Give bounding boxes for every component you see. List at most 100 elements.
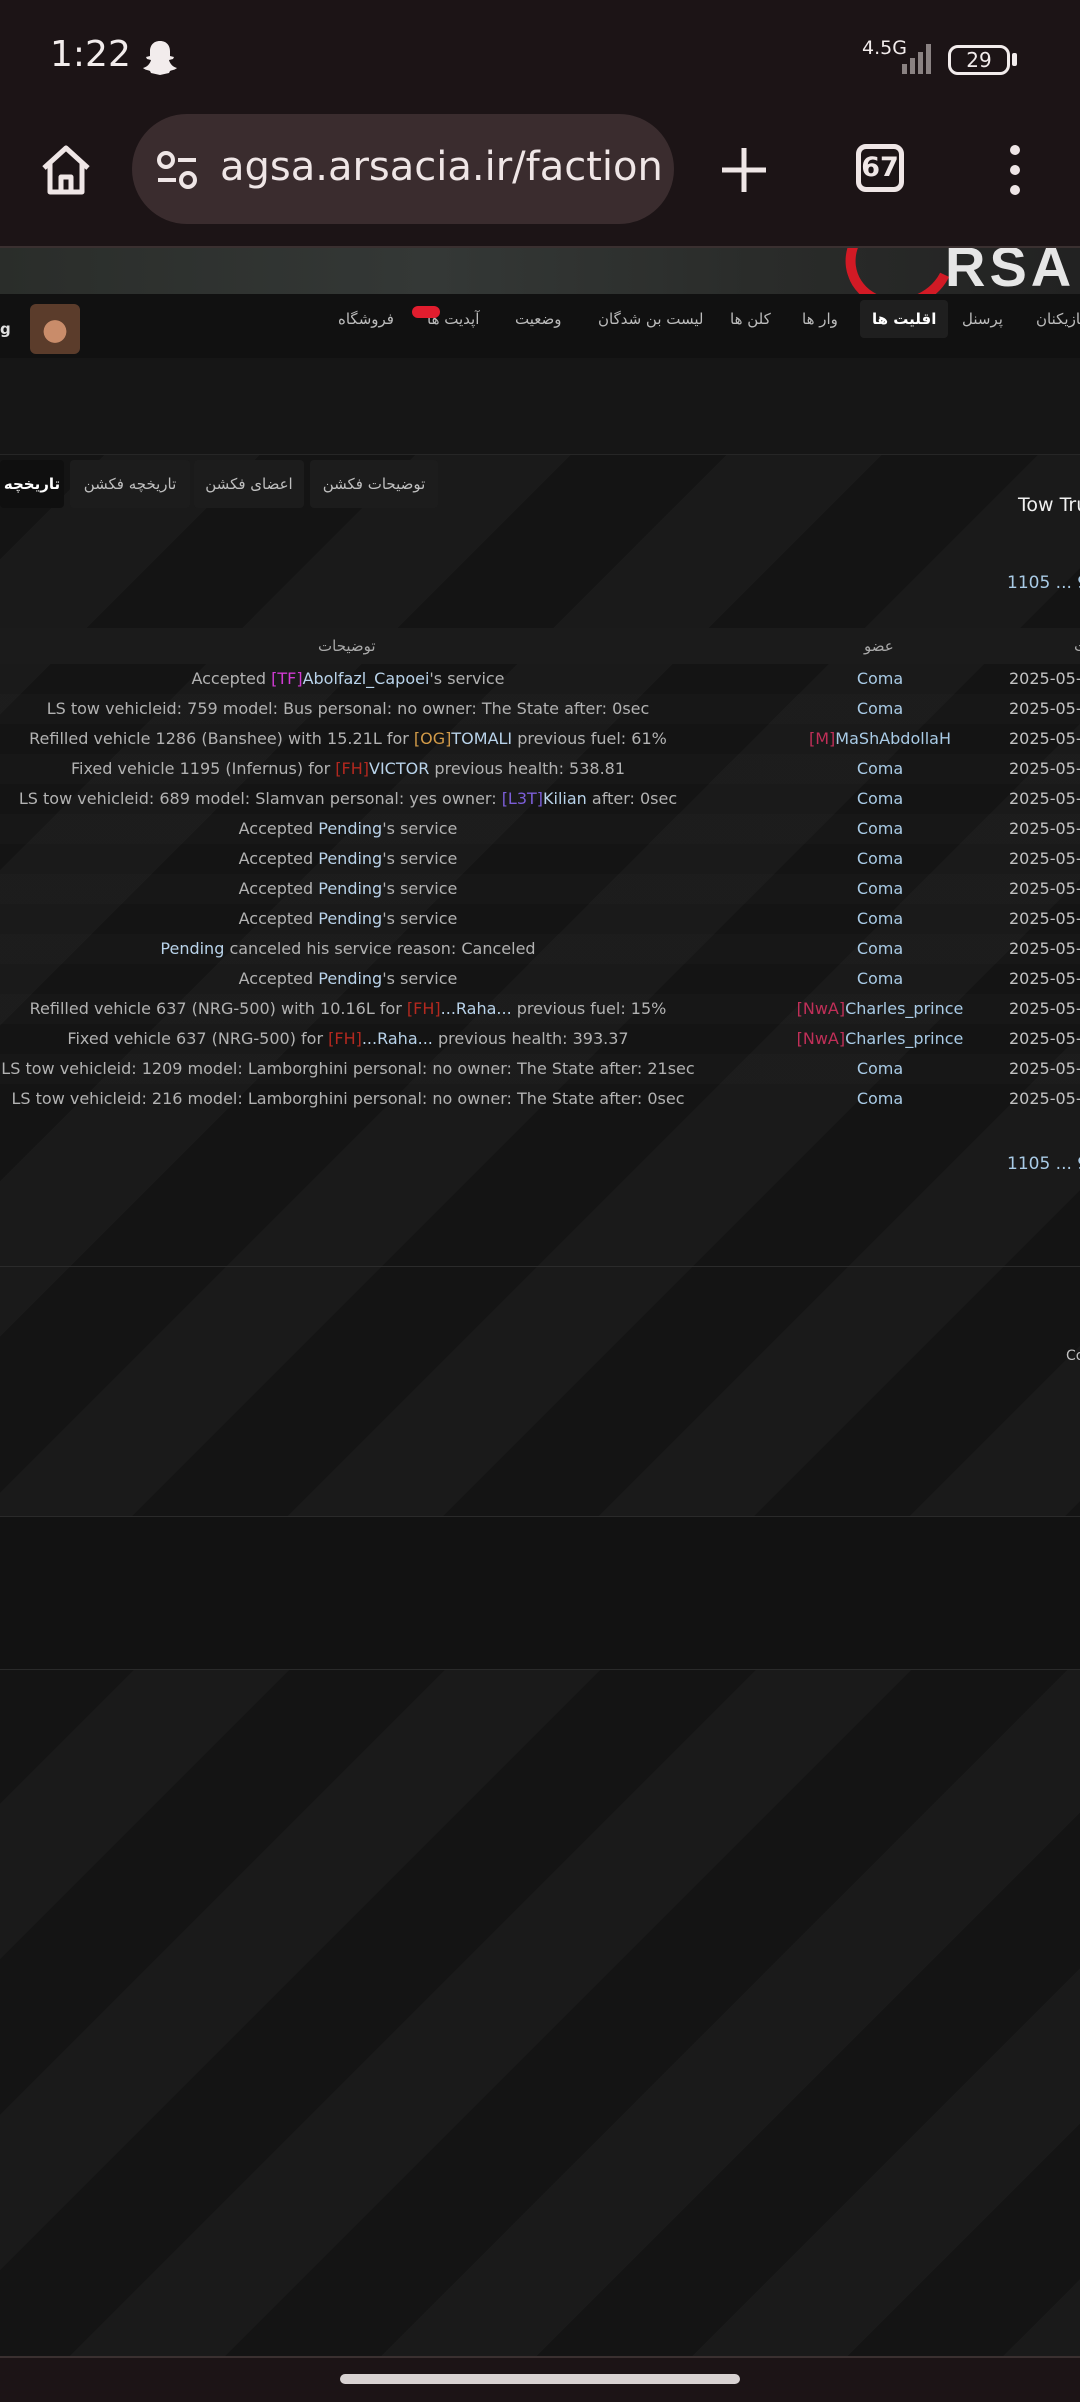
member-name[interactable]: Charles_prince — [845, 999, 963, 1018]
row-date: 2025-05- — [1009, 1089, 1080, 1108]
member-tag: [NwA] — [796, 1029, 846, 1048]
player-name[interactable]: Pending — [160, 939, 224, 958]
table-row: LS tow vehicleid: 216 model: Lamborghini… — [0, 1084, 1080, 1114]
player-name[interactable]: Kilian — [543, 789, 587, 808]
row-description: LS tow vehicleid: 216 model: Lamborghini… — [0, 1089, 696, 1108]
avatar[interactable] — [30, 304, 80, 354]
header-description: توضیحات — [318, 637, 376, 655]
signal-icon — [902, 44, 931, 74]
tune-icon[interactable] — [154, 148, 200, 192]
table-row: Refilled vehicle 637 (NRG-500) with 10.1… — [0, 994, 1080, 1024]
player-tag: [FH] — [328, 1029, 362, 1048]
nav-item-factions[interactable]: اقلیت ها — [860, 300, 949, 338]
nav-left-fragment: g — [0, 320, 11, 338]
address-bar[interactable]: agsa.arsacia.ir/factions — [132, 114, 674, 224]
description-text: LS tow vehicleid: 1209 model: Lamborghin… — [1, 1059, 695, 1078]
player-name[interactable]: Abolfazl_Capoei — [303, 669, 430, 688]
member-name[interactable]: Coma — [857, 759, 903, 778]
member-name[interactable]: Charles_prince — [845, 1029, 963, 1048]
description-text: Refilled vehicle 1286 (Banshee) with 15.… — [29, 729, 414, 748]
description-text: 's service — [382, 969, 458, 988]
member-name[interactable]: Coma — [857, 909, 903, 928]
player-name[interactable]: ...Raha... — [441, 999, 512, 1018]
home-icon[interactable] — [36, 140, 96, 200]
description-text: Fixed vehicle 637 (NRG-500) for — [67, 1029, 329, 1048]
row-description: LS tow vehicleid: 689 model: Slamvan per… — [0, 789, 696, 808]
table-row: LS tow vehicleid: 759 model: Bus persona… — [0, 694, 1080, 724]
description-text: canceled his service reason: Canceled — [224, 939, 536, 958]
table-row: Fixed vehicle 637 (NRG-500) for [FH]...R… — [0, 1024, 1080, 1054]
tab-history[interactable]: تاریخچه — [0, 460, 64, 508]
description-text: Accepted — [238, 969, 319, 988]
player-name[interactable]: Pending — [318, 909, 382, 928]
member-name[interactable]: Coma — [857, 969, 903, 988]
member-name[interactable]: Coma — [857, 1059, 903, 1078]
nav-item-status[interactable]: وضعیت — [515, 310, 561, 328]
pagination-bottom[interactable]: 1105 ... 9 — [1007, 1154, 1080, 1174]
table-row: Accepted Pending's service Coma 2025-05- — [0, 814, 1080, 844]
member-name[interactable]: Coma — [857, 849, 903, 868]
tab-switcher-button[interactable]: 67 — [856, 144, 904, 192]
member-name[interactable]: Coma — [857, 669, 903, 688]
player-name[interactable]: Pending — [318, 849, 382, 868]
nav-item-shop[interactable]: فروشگاه — [338, 310, 394, 328]
table-row: Accepted Pending's service Coma 2025-05- — [0, 904, 1080, 934]
row-member: Coma — [760, 969, 1000, 988]
nav-item-staff[interactable]: پرسنل — [962, 310, 1003, 328]
description-text: 's service — [382, 849, 458, 868]
description-text: Fixed vehicle 1195 (Infernus) for — [70, 759, 336, 778]
row-date: 2025-05- — [1009, 1059, 1080, 1078]
row-date: 2025-05- — [1009, 939, 1080, 958]
table-row: Accepted Pending's service Coma 2025-05- — [0, 844, 1080, 874]
player-name[interactable]: Pending — [318, 819, 382, 838]
row-member: Coma — [760, 819, 1000, 838]
member-name[interactable]: Coma — [857, 819, 903, 838]
snapchat-icon — [143, 41, 177, 75]
member-name[interactable]: Coma — [857, 939, 903, 958]
player-tag: [FH] — [335, 759, 370, 778]
member-tag: [NwA] — [796, 999, 846, 1018]
nav-item-players[interactable]: بازیکنان — [1036, 310, 1080, 328]
player-name[interactable]: VICTOR — [369, 759, 429, 778]
description-text: previous health: 393.37 — [432, 1029, 629, 1048]
member-name[interactable]: Coma — [857, 879, 903, 898]
description-text: after: 0sec — [586, 789, 678, 808]
more-vert-icon[interactable] — [1000, 140, 1030, 200]
member-name[interactable]: Coma — [857, 789, 903, 808]
row-member: Coma — [760, 759, 1000, 778]
tab-faction-members[interactable]: اعضای فکشن — [194, 460, 304, 508]
gesture-handle[interactable] — [340, 2374, 740, 2384]
member-name[interactable]: Coma — [857, 699, 903, 718]
description-text: Accepted — [238, 909, 319, 928]
row-date: 2025-05- — [1009, 789, 1080, 808]
player-name[interactable]: Pending — [318, 969, 382, 988]
description-text: Accepted — [238, 849, 319, 868]
member-name[interactable]: MaShAbdollaH — [835, 729, 951, 748]
url-text[interactable]: agsa.arsacia.ir/factions — [220, 144, 660, 190]
row-description: LS tow vehicleid: 759 model: Bus persona… — [0, 699, 696, 718]
nav-item-wars[interactable]: وار ها — [802, 310, 838, 328]
description-text: Accepted — [238, 819, 319, 838]
tab-faction-history[interactable]: تاریخچه فکشن — [70, 460, 190, 508]
row-description: Fixed vehicle 637 (NRG-500) for [FH]...R… — [0, 1029, 696, 1048]
row-date: 2025-05- — [1009, 849, 1080, 868]
description-text: Refilled vehicle 637 (NRG-500) with 10.1… — [29, 999, 407, 1018]
row-member: Coma — [760, 1089, 1000, 1108]
member-name[interactable]: Coma — [857, 1089, 903, 1108]
nav-item-clans[interactable]: کلن ها — [730, 310, 771, 328]
row-description: Accepted Pending's service — [0, 969, 696, 988]
player-tag: [L3T] — [501, 789, 544, 808]
player-name[interactable]: Pending — [318, 879, 382, 898]
row-description: Pending canceled his service reason: Can… — [0, 939, 696, 958]
description-text: 's service — [382, 909, 458, 928]
tab-faction-description[interactable]: توضیحات فکشن — [310, 460, 438, 508]
description-text: previous fuel: 15% — [511, 999, 667, 1018]
row-description: Refilled vehicle 637 (NRG-500) with 10.1… — [0, 999, 696, 1018]
pagination-top[interactable]: 1105 ... 9 — [1007, 573, 1080, 593]
nav-item-banlist[interactable]: لیست بن شدگان — [598, 310, 704, 328]
player-name[interactable]: ...Raha... — [362, 1029, 433, 1048]
row-description: Accepted [TF]Abolfazl_Capoei's service — [0, 669, 696, 688]
description-text: previous fuel: 61% — [512, 729, 667, 748]
player-name[interactable]: TOMALI — [451, 729, 512, 748]
plus-icon[interactable] — [714, 140, 774, 200]
